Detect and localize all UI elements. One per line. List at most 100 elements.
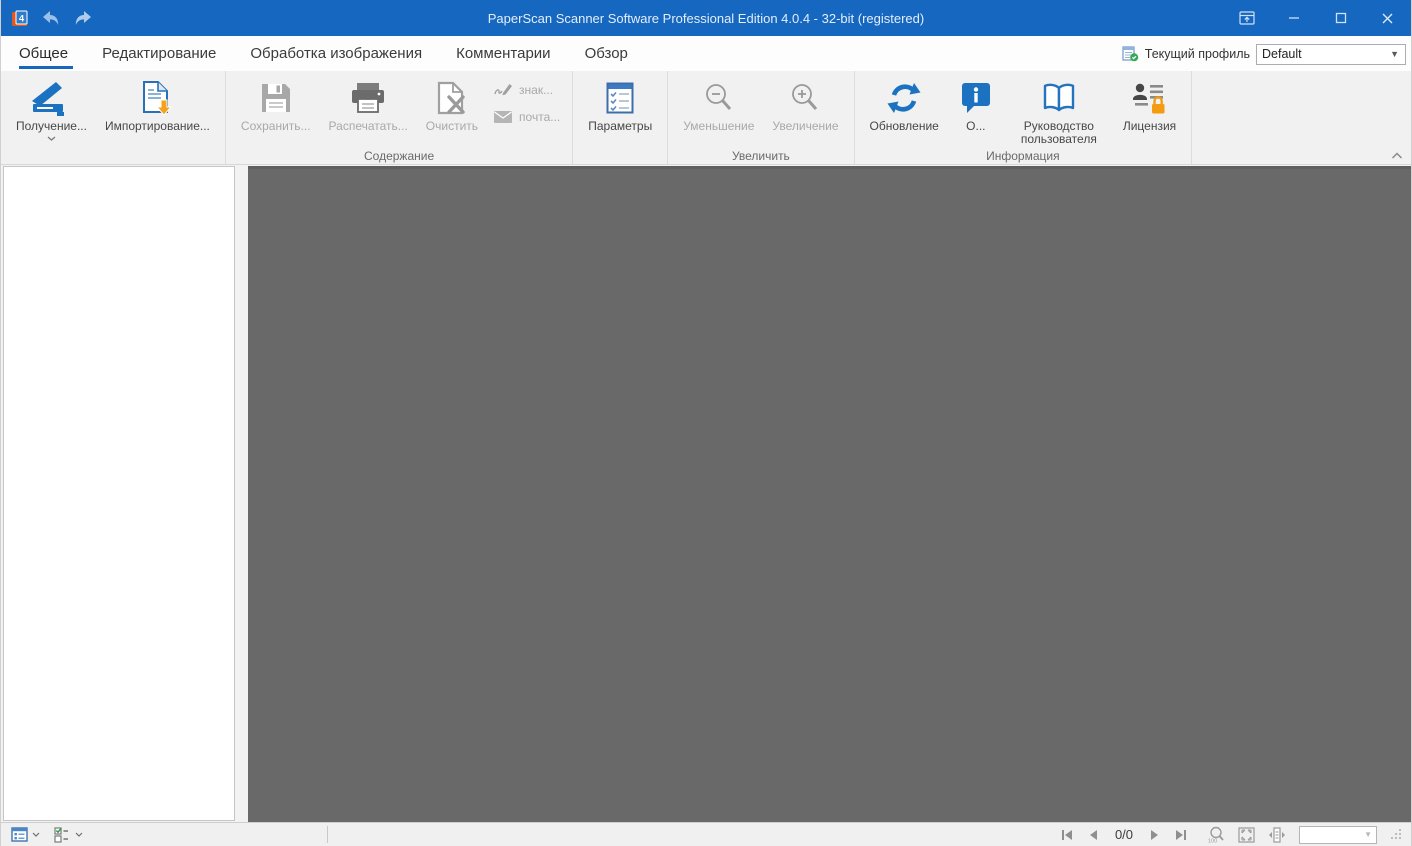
profile-select[interactable]: Default ▼ xyxy=(1256,43,1406,65)
ribbon-display-options-icon[interactable] xyxy=(1223,0,1270,36)
undo-back-arrow-icon[interactable] xyxy=(40,7,62,29)
document-canvas[interactable] xyxy=(248,166,1411,822)
printer-icon xyxy=(350,76,386,120)
ribbon-group-info: Обновление О... Руководство пользователя… xyxy=(855,71,1193,164)
close-button[interactable] xyxy=(1364,0,1411,36)
mail-envelope-icon xyxy=(493,110,513,124)
chevron-down-icon: ▼ xyxy=(1364,830,1372,839)
fit-page-button[interactable] xyxy=(1238,826,1255,843)
ribbon-tabs: Общее Редактирование Обработка изображен… xyxy=(1,36,645,71)
statusbar-right: 0/0 100 ▼ xyxy=(1060,825,1403,844)
user-guide-label: Руководство пользователя xyxy=(1020,119,1097,146)
save-button[interactable]: Сохранить... xyxy=(232,74,320,133)
chevron-down-icon[interactable] xyxy=(47,136,56,141)
view-mode-button[interactable] xyxy=(11,827,40,842)
zoom-in-label: Увеличение xyxy=(772,119,839,133)
ribbon-group-options: Параметры xyxy=(573,71,669,164)
license-lock-icon xyxy=(1132,76,1166,120)
window-controls xyxy=(1223,0,1411,36)
update-label: Обновление xyxy=(869,119,939,133)
tab-label: Обработка изображения xyxy=(250,45,423,62)
tab-obzor[interactable]: Обзор xyxy=(568,36,645,71)
update-button[interactable]: Обновление xyxy=(861,74,948,133)
statusbar: 0/0 100 ▼ xyxy=(1,822,1411,846)
svg-text:4: 4 xyxy=(19,13,25,24)
zoom-100-button[interactable]: 100 xyxy=(1207,826,1225,843)
user-guide-book-icon xyxy=(1041,76,1077,120)
watermark-label: знак... xyxy=(519,82,554,97)
last-page-button[interactable] xyxy=(1174,829,1188,841)
page-indicator: 0/0 xyxy=(1114,827,1134,842)
next-page-button[interactable] xyxy=(1149,829,1161,841)
current-profile-area: Текущий профиль Default ▼ xyxy=(1122,41,1406,67)
selection-mode-button[interactable] xyxy=(54,826,83,843)
import-button[interactable]: Импортирование... xyxy=(96,74,219,133)
ribbon-toolbar: Получение... Импортирование... Сохранить… xyxy=(1,71,1411,165)
options-button[interactable]: Параметры xyxy=(579,74,661,133)
content-area xyxy=(1,165,1411,822)
tab-label: Общее xyxy=(19,45,69,62)
watermark-button[interactable]: знак... xyxy=(493,82,560,97)
zoom-out-button[interactable]: Уменьшение xyxy=(674,74,763,133)
about-info-icon xyxy=(961,76,991,120)
svg-text:100: 100 xyxy=(1208,839,1217,844)
import-label: Импортирование... xyxy=(104,119,210,133)
ribbon-group-zoom: Уменьшение Увеличение Увеличить xyxy=(668,71,855,164)
first-page-button[interactable] xyxy=(1060,829,1074,841)
chevron-down-icon xyxy=(75,832,83,837)
tab-obrabotka-izobrazheniya[interactable]: Обработка изображения xyxy=(233,36,439,71)
save-label: Сохранить... xyxy=(240,119,311,133)
scanner-icon xyxy=(30,76,72,120)
ribbon-group-caption: Увеличить xyxy=(731,149,790,163)
thumbnail-panel[interactable] xyxy=(3,166,235,821)
about-button[interactable]: О... xyxy=(948,74,1004,133)
maximize-button[interactable] xyxy=(1317,0,1364,36)
ribbon-group-acquire: Получение... Импортирование... xyxy=(1,71,226,164)
minimize-button[interactable] xyxy=(1270,0,1317,36)
refresh-icon xyxy=(887,76,921,120)
mail-button[interactable]: почта... xyxy=(493,110,560,124)
acquire-label: Получение... xyxy=(16,119,87,133)
ribbon-tab-row: Общее Редактирование Обработка изображен… xyxy=(1,36,1411,71)
profile-list-icon xyxy=(1122,46,1139,62)
about-label: О... xyxy=(966,119,986,133)
resize-grip[interactable] xyxy=(1390,828,1403,841)
print-button[interactable]: Распечатать... xyxy=(320,74,417,133)
app-icon[interactable]: 4 xyxy=(11,10,28,27)
window-title: PaperScan Scanner Software Professional … xyxy=(487,10,925,26)
titlebar: 4 PaperScan Scanner Software Professiona… xyxy=(1,0,1411,36)
ribbon-group-content: Сохранить... Распечатать... Очистить зна… xyxy=(226,71,574,164)
selected-tab-underline xyxy=(19,66,74,69)
print-label: Распечатать... xyxy=(328,119,408,133)
thumbnail-view-icon xyxy=(11,827,28,842)
acquire-button[interactable]: Получение... xyxy=(7,74,96,141)
fit-width-button[interactable] xyxy=(1268,826,1286,843)
ribbon-group-caption: Информация xyxy=(986,149,1060,163)
zoom-level-select[interactable]: ▼ xyxy=(1299,825,1377,844)
zoom-out-label: Уменьшение xyxy=(683,119,755,133)
zoom-in-button[interactable]: Увеличение xyxy=(763,74,847,133)
save-floppy-icon xyxy=(260,76,292,120)
ribbon-group-caption: Содержание xyxy=(364,149,435,163)
collapse-ribbon-chevron-up-icon[interactable] xyxy=(1391,152,1403,159)
statusbar-separator xyxy=(327,826,328,843)
options-checklist-icon xyxy=(606,76,634,120)
clear-button[interactable]: Очистить xyxy=(417,74,487,133)
tab-obshchee[interactable]: Общее xyxy=(19,36,85,71)
signature-icon xyxy=(493,82,513,97)
tab-label: Редактирование xyxy=(102,45,217,62)
selection-list-icon xyxy=(54,826,71,843)
tab-kommentarii[interactable]: Комментарии xyxy=(439,36,567,71)
previous-page-button[interactable] xyxy=(1087,829,1099,841)
clear-document-icon xyxy=(436,76,468,120)
options-label: Параметры xyxy=(588,119,653,133)
redo-forward-arrow-icon[interactable] xyxy=(72,7,94,29)
chevron-down-icon: ▼ xyxy=(1390,49,1399,59)
tab-redaktirovanie[interactable]: Редактирование xyxy=(85,36,233,71)
zoom-out-icon xyxy=(703,76,735,120)
content-small-buttons: знак... почта... xyxy=(487,74,566,124)
clear-label: Очистить xyxy=(425,119,479,133)
import-document-icon xyxy=(141,76,173,120)
user-guide-button[interactable]: Руководство пользователя xyxy=(1004,74,1114,146)
license-button[interactable]: Лицензия xyxy=(1114,74,1185,133)
